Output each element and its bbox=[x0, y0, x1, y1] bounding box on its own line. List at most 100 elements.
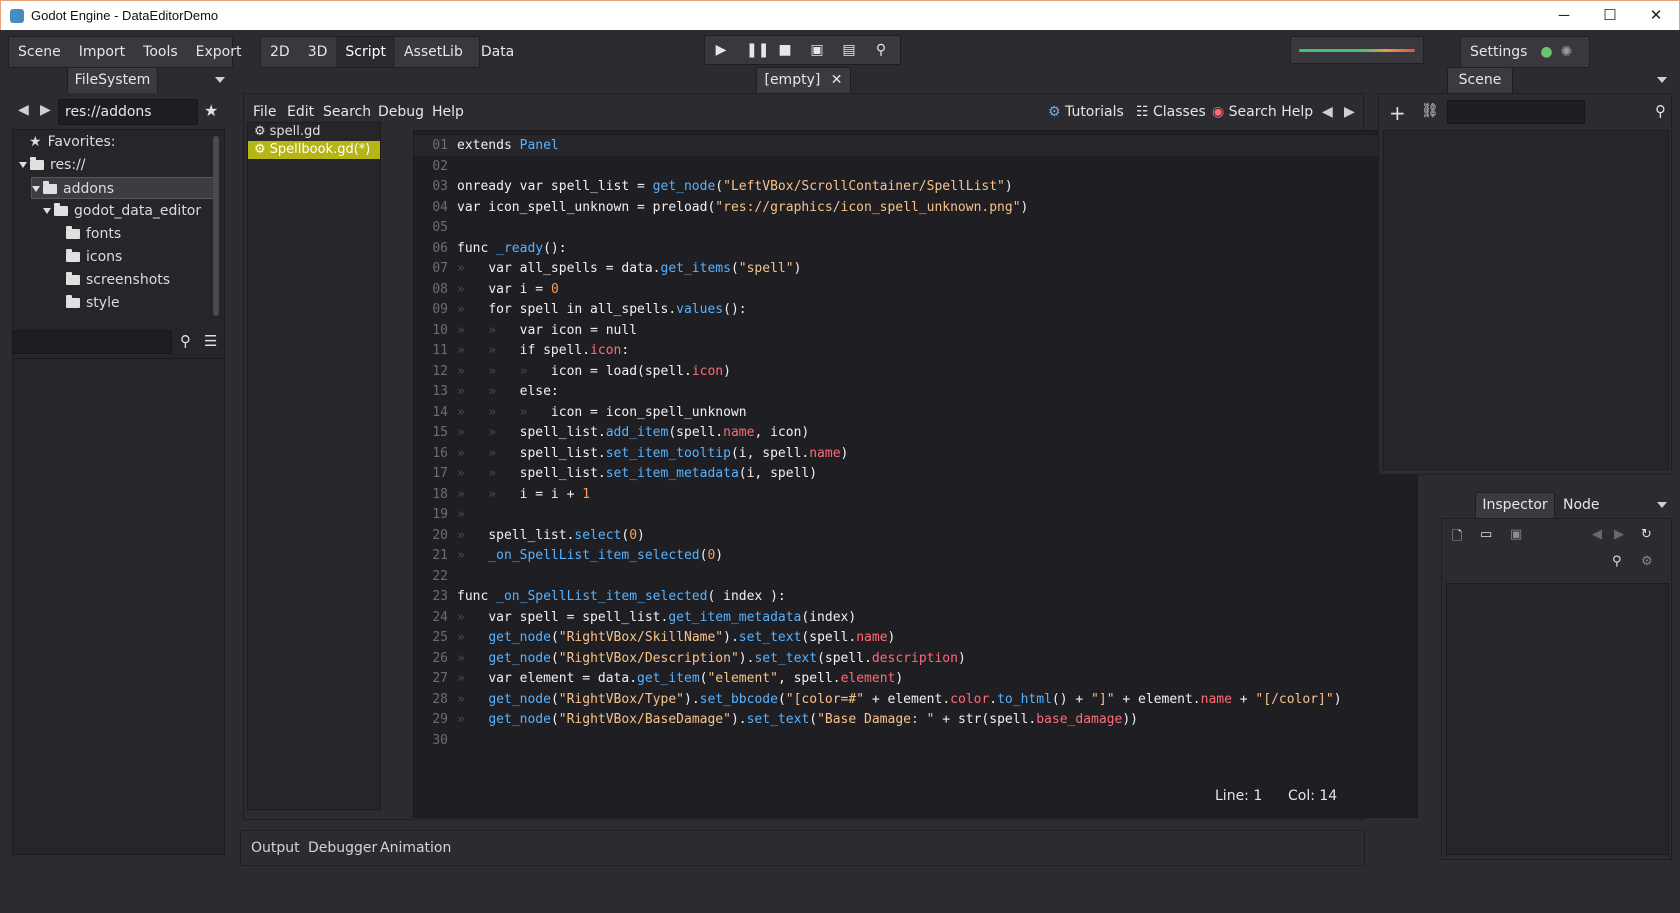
settings-button[interactable]: Settings bbox=[1461, 37, 1536, 67]
code-line[interactable]: 18 » » i = i + 1 bbox=[414, 484, 1417, 505]
code-editor[interactable]: 01 extends Panel 02 03 onready var spell_lis… bbox=[413, 130, 1418, 818]
workspace-2d[interactable]: 2D bbox=[261, 37, 299, 67]
search-icon[interactable]: ⚲ bbox=[180, 332, 191, 350]
menu-import[interactable]: Import bbox=[70, 37, 134, 67]
tab-empty-scene[interactable]: [empty] ✕ bbox=[756, 67, 851, 93]
link-icon[interactable]: ⛓ bbox=[1421, 103, 1439, 119]
code-line[interactable]: 20» spell_list.select(0) bbox=[414, 525, 1417, 546]
search-help-button[interactable]: ◉ Search Help bbox=[1212, 104, 1313, 120]
tutorials-button[interactable]: ⚙ Tutorials bbox=[1048, 104, 1124, 120]
favorite-star-icon[interactable]: ★ bbox=[204, 101, 218, 120]
code-line[interactable]: 28» get_node("RightVBox/Type").set_bbcod… bbox=[414, 689, 1417, 710]
tab-filesystem[interactable]: FileSystem bbox=[67, 67, 158, 93]
menu-tools[interactable]: Tools bbox=[134, 37, 187, 67]
script-menu-edit[interactable]: Edit bbox=[287, 104, 314, 120]
tree-style[interactable]: style bbox=[66, 292, 120, 314]
inspector-dock-menu-icon[interactable] bbox=[1657, 502, 1667, 508]
code-line[interactable]: 05 bbox=[414, 217, 1417, 238]
workspace-3d[interactable]: 3D bbox=[299, 37, 337, 67]
remote-debug-icon[interactable]: ⚲ bbox=[865, 35, 897, 65]
code-line[interactable]: 10 » » var icon = null bbox=[414, 320, 1417, 341]
maximize-button[interactable]: ☐ bbox=[1587, 1, 1633, 31]
code-line[interactable]: 11 » » if spell.icon: bbox=[414, 340, 1417, 361]
path-field[interactable]: res://addons bbox=[58, 99, 198, 125]
script-item-spell[interactable]: ⚙ spell.gd bbox=[248, 123, 380, 141]
code-line[interactable]: 12 » » » icon = load(spell.icon) bbox=[414, 361, 1417, 382]
new-resource-icon[interactable]: 🗋 bbox=[1452, 527, 1462, 549]
script-menu-search[interactable]: Search bbox=[323, 104, 371, 120]
add-node-icon[interactable]: + bbox=[1389, 101, 1406, 125]
script-menu-help[interactable]: Help bbox=[432, 104, 464, 120]
menu-export[interactable]: Export bbox=[187, 37, 251, 67]
tree-fonts[interactable]: fonts bbox=[66, 223, 121, 245]
script-menu-debug[interactable]: Debug bbox=[378, 104, 424, 120]
scene-dock-menu-icon[interactable] bbox=[1657, 77, 1667, 83]
code-line[interactable]: 01 extends Panel bbox=[414, 135, 1417, 156]
code-line[interactable]: 15 » » spell_list.add_item(spell.name, ic… bbox=[414, 422, 1417, 443]
script-item-spellbook[interactable]: ⚙ Spellbook.gd(*) bbox=[248, 141, 380, 159]
code-line[interactable]: 25 » get_node("RightVBox/SkillName").set_… bbox=[414, 627, 1417, 648]
code-line[interactable]: 24 » var spell = spell_list.get_item_meta… bbox=[414, 607, 1417, 628]
back-icon[interactable]: ◀ bbox=[18, 102, 29, 118]
tab-scene[interactable]: Scene bbox=[1447, 67, 1513, 93]
minimize-button[interactable]: ─ bbox=[1541, 1, 1587, 31]
code-line[interactable]: 13 » » else: bbox=[414, 381, 1417, 402]
menu-scene[interactable]: Scene bbox=[9, 37, 70, 67]
stop-icon[interactable]: ■ bbox=[769, 35, 801, 65]
workspace-assetlib[interactable]: AssetLib bbox=[395, 37, 472, 67]
workspace-data[interactable]: Data bbox=[472, 37, 523, 67]
classes-button[interactable]: ☷ Classes bbox=[1136, 104, 1206, 120]
tree-res-root[interactable]: res:// bbox=[19, 154, 86, 176]
open-folder-icon[interactable]: ▭ bbox=[1480, 527, 1492, 542]
code-line[interactable]: 26 » get_node("RightVBox/Description").se… bbox=[414, 648, 1417, 669]
code-line[interactable]: 17 » » spell_list.set_item_metadata(i, sp… bbox=[414, 463, 1417, 484]
play-custom-scene-icon[interactable]: ▤ bbox=[833, 35, 865, 65]
close-window-button[interactable]: ✕ bbox=[1633, 1, 1679, 31]
tree-scrollbar[interactable] bbox=[213, 136, 219, 316]
scene-filter-input[interactable] bbox=[1447, 100, 1585, 124]
code-line[interactable]: 16 » » spell_list.set_item_tooltip(i, spe… bbox=[414, 443, 1417, 464]
save-icon[interactable]: ▣ bbox=[1510, 527, 1522, 542]
code-line[interactable]: 19 » bbox=[414, 504, 1417, 525]
tree-godot-data-editor[interactable]: godot_data_editor bbox=[43, 200, 201, 222]
code-line[interactable]: 03 onready var spell_list = get_node("Lef… bbox=[414, 176, 1417, 197]
property-search-icon[interactable]: ⚲ bbox=[1612, 554, 1622, 569]
code-line[interactable]: 02 bbox=[414, 156, 1417, 177]
tab-animation[interactable]: Animation bbox=[380, 840, 451, 856]
file-search-input[interactable] bbox=[12, 330, 172, 354]
prev-script-icon[interactable]: ◀ bbox=[1322, 104, 1333, 120]
next-script-icon[interactable]: ▶ bbox=[1344, 104, 1355, 120]
code-line[interactable]: 27» var element = data.get_item("element… bbox=[414, 668, 1417, 689]
history-icon[interactable]: ↻ bbox=[1641, 527, 1652, 542]
list-view-icon[interactable]: ☰ bbox=[204, 332, 217, 350]
code-line[interactable]: 07 » var all_spells = data.get_items("spe… bbox=[414, 258, 1417, 279]
tab-inspector[interactable]: Inspector bbox=[1475, 492, 1555, 518]
code-line[interactable]: 23 func _on_SpellList_item_selected( inde… bbox=[414, 586, 1417, 607]
forward-icon[interactable]: ▶ bbox=[40, 102, 51, 118]
history-back-icon[interactable]: ◀ bbox=[1592, 527, 1602, 542]
close-tab-icon[interactable]: ✕ bbox=[831, 72, 843, 88]
history-forward-icon[interactable]: ▶ bbox=[1614, 527, 1624, 542]
code-line[interactable]: 21» _on_SpellList_item_selected(0) bbox=[414, 545, 1417, 566]
code-line[interactable]: 09 » for spell in all_spells.values(): bbox=[414, 299, 1417, 320]
code-line[interactable]: 14 » » » icon = icon_spell_unknown bbox=[414, 402, 1417, 423]
scene-search-icon[interactable]: ⚲ bbox=[1655, 102, 1666, 120]
tab-output[interactable]: Output bbox=[251, 840, 300, 856]
code-line[interactable]: 04 var icon_spell_unknown = preload("res:… bbox=[414, 197, 1417, 218]
pause-icon[interactable]: ❚❚ bbox=[737, 35, 769, 65]
tab-node[interactable]: Node bbox=[1563, 497, 1600, 513]
code-line[interactable]: 06 func _ready(): bbox=[414, 238, 1417, 259]
tree-icons[interactable]: icons bbox=[66, 246, 122, 268]
code-line[interactable]: 08 » var i = 0 bbox=[414, 279, 1417, 300]
play-icon[interactable]: ▶ bbox=[705, 35, 737, 65]
tree-favorites[interactable]: ★ Favorites: bbox=[29, 131, 116, 153]
play-scene-icon[interactable]: ▣ bbox=[801, 35, 833, 65]
code-line[interactable]: 30 bbox=[414, 730, 1417, 751]
settings-gear-icon[interactable]: ⚙ bbox=[1641, 554, 1653, 569]
code-line[interactable]: 22 bbox=[414, 566, 1417, 587]
tab-debugger[interactable]: Debugger bbox=[308, 840, 377, 856]
script-menu-file[interactable]: File bbox=[253, 104, 276, 120]
tree-screenshots[interactable]: screenshots bbox=[66, 269, 170, 291]
code-line[interactable]: 29» get_node("RightVBox/BaseDamage").set… bbox=[414, 709, 1417, 730]
dock-menu-icon[interactable] bbox=[215, 77, 225, 83]
